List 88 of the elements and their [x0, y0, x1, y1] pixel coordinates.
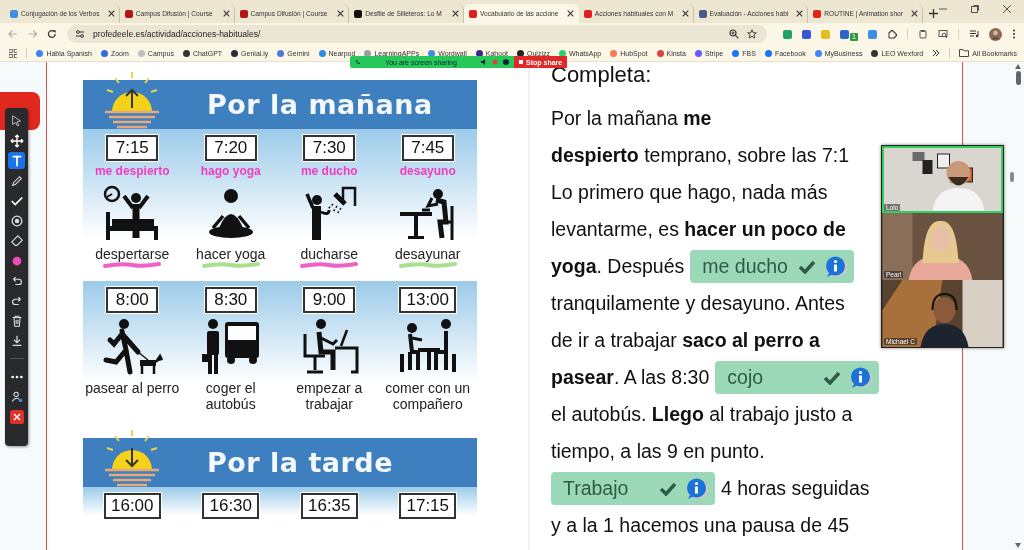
scrollbar-thumb[interactable]	[1015, 71, 1021, 85]
restore-icon[interactable]	[970, 3, 980, 14]
shield-icon[interactable]	[503, 59, 509, 65]
digital-clock: 7:45	[401, 135, 454, 161]
reload-icon[interactable]	[47, 29, 57, 39]
answer-field[interactable]: me ducho	[690, 250, 855, 283]
answer-field[interactable]: cojo	[715, 361, 880, 394]
paragraph-text: yoga. Después	[551, 255, 685, 278]
star-icon[interactable]	[747, 29, 758, 39]
digital-clock: 16:30	[202, 493, 259, 519]
paragraph-text: levantarme, es hacer un poco de	[551, 218, 846, 241]
site-info-icon[interactable]	[74, 29, 85, 39]
digital-clock: 16:35	[300, 493, 358, 519]
answer-field[interactable]: Trabajo	[551, 472, 715, 505]
close-icon[interactable]	[9, 409, 24, 424]
close-icon[interactable]	[107, 10, 115, 17]
close-icon[interactable]	[681, 10, 689, 17]
paragraph-text: tiempo, a las 9 en punto.	[551, 440, 765, 463]
spotlight-icon[interactable]	[9, 213, 24, 228]
chevron-icon[interactable]	[932, 49, 941, 57]
activity-label: despertarse	[95, 246, 170, 262]
scroll-down-icon[interactable]	[1015, 543, 1021, 548]
digital-clock: 8:30	[204, 287, 257, 313]
activity-label: comer con un compañero	[384, 380, 472, 412]
paragraph-text: de ir a trabajar saco al perro a	[551, 329, 820, 352]
pen-icon[interactable]	[9, 173, 24, 188]
person-walking-dog-icon	[101, 316, 164, 376]
extension-icon[interactable]	[840, 29, 850, 39]
close-icon[interactable]	[222, 10, 230, 17]
move-icon[interactable]	[9, 133, 24, 148]
eraser-icon[interactable]	[9, 233, 24, 248]
close-icon[interactable]	[911, 10, 918, 17]
extension-icon[interactable]	[783, 29, 793, 39]
extension-icon[interactable]	[868, 29, 877, 39]
paragraph-text: tranquilamente y desayuno. Antes	[551, 292, 845, 315]
paragraph-text: Por la mañana me	[551, 107, 712, 130]
close-icon[interactable]	[796, 10, 804, 17]
info-icon[interactable]	[824, 255, 849, 278]
extension-icon[interactable]	[802, 29, 812, 39]
close-icon[interactable]	[1002, 3, 1012, 14]
avatar-icon[interactable]	[989, 27, 1002, 41]
new-tab-icon[interactable]	[929, 9, 938, 18]
info-icon[interactable]	[685, 477, 709, 500]
activity-label: desayunar	[395, 246, 461, 262]
speaker-icon[interactable]	[481, 59, 487, 65]
address-bar[interactable]: profedeele.es/actividad/acciones-habituales/	[66, 25, 768, 43]
info-icon[interactable]	[849, 366, 874, 389]
paragraph-text: despierto temprano, sobre las 7:1	[551, 144, 850, 167]
person-and-bus-icon	[199, 316, 262, 376]
annotation-text: me ducho	[300, 164, 358, 179]
digital-clock: 7:15	[106, 135, 159, 161]
activity-label: hacer yoga	[196, 246, 266, 262]
person-icon[interactable]	[9, 389, 24, 404]
digital-clock: 16:00	[103, 493, 161, 519]
clipboard-icon[interactable]	[918, 29, 928, 39]
section-title: Por la tarde	[207, 447, 393, 478]
menu-icon[interactable]	[1012, 29, 1016, 39]
annotation-text: hago yoga	[200, 164, 261, 179]
screen-search-icon[interactable]	[938, 29, 948, 39]
folder-icon	[959, 49, 970, 57]
close-icon[interactable]	[337, 10, 345, 17]
digital-clock: 13:00	[399, 287, 456, 313]
activity-label: pasear al perro	[85, 380, 180, 396]
digital-clock: 8:00	[106, 287, 159, 313]
paragraph-text: el autobús. Llego al trabajo justo a	[551, 403, 853, 426]
paragraph-text: 4 horas seguidas	[721, 477, 870, 500]
activity-label: empezar a trabajar	[295, 380, 364, 412]
annotation-text: me despierto	[94, 164, 170, 179]
activity-label: coger el autobús	[204, 380, 257, 412]
scrollbar-thumb[interactable]	[1010, 172, 1014, 182]
digital-clock: 7:30	[303, 135, 356, 161]
pointer-icon[interactable]	[9, 113, 24, 128]
paragraph-text: pasear. A las 8:30	[551, 366, 710, 389]
phone-icon	[355, 59, 361, 65]
activity-label: ducharse	[300, 246, 359, 262]
annotation-text: desayuno	[399, 164, 456, 179]
section-title: Por la mañana	[207, 89, 433, 120]
close-icon[interactable]	[566, 10, 574, 17]
paragraph-text: Lo primero que hago, nada más	[551, 181, 828, 204]
media-icon[interactable]	[969, 29, 979, 39]
digital-clock: 9:00	[303, 287, 356, 313]
digital-clock: 17:15	[399, 493, 456, 519]
paragraph-text: y a la 1 hacemos una pausa de 45	[551, 514, 850, 537]
scroll-up-icon[interactable]	[1015, 64, 1021, 69]
zoom-icon[interactable]	[729, 29, 740, 39]
close-icon[interactable]	[452, 10, 459, 17]
apps-icon[interactable]	[9, 48, 18, 58]
digital-clock: 7:20	[204, 135, 257, 161]
